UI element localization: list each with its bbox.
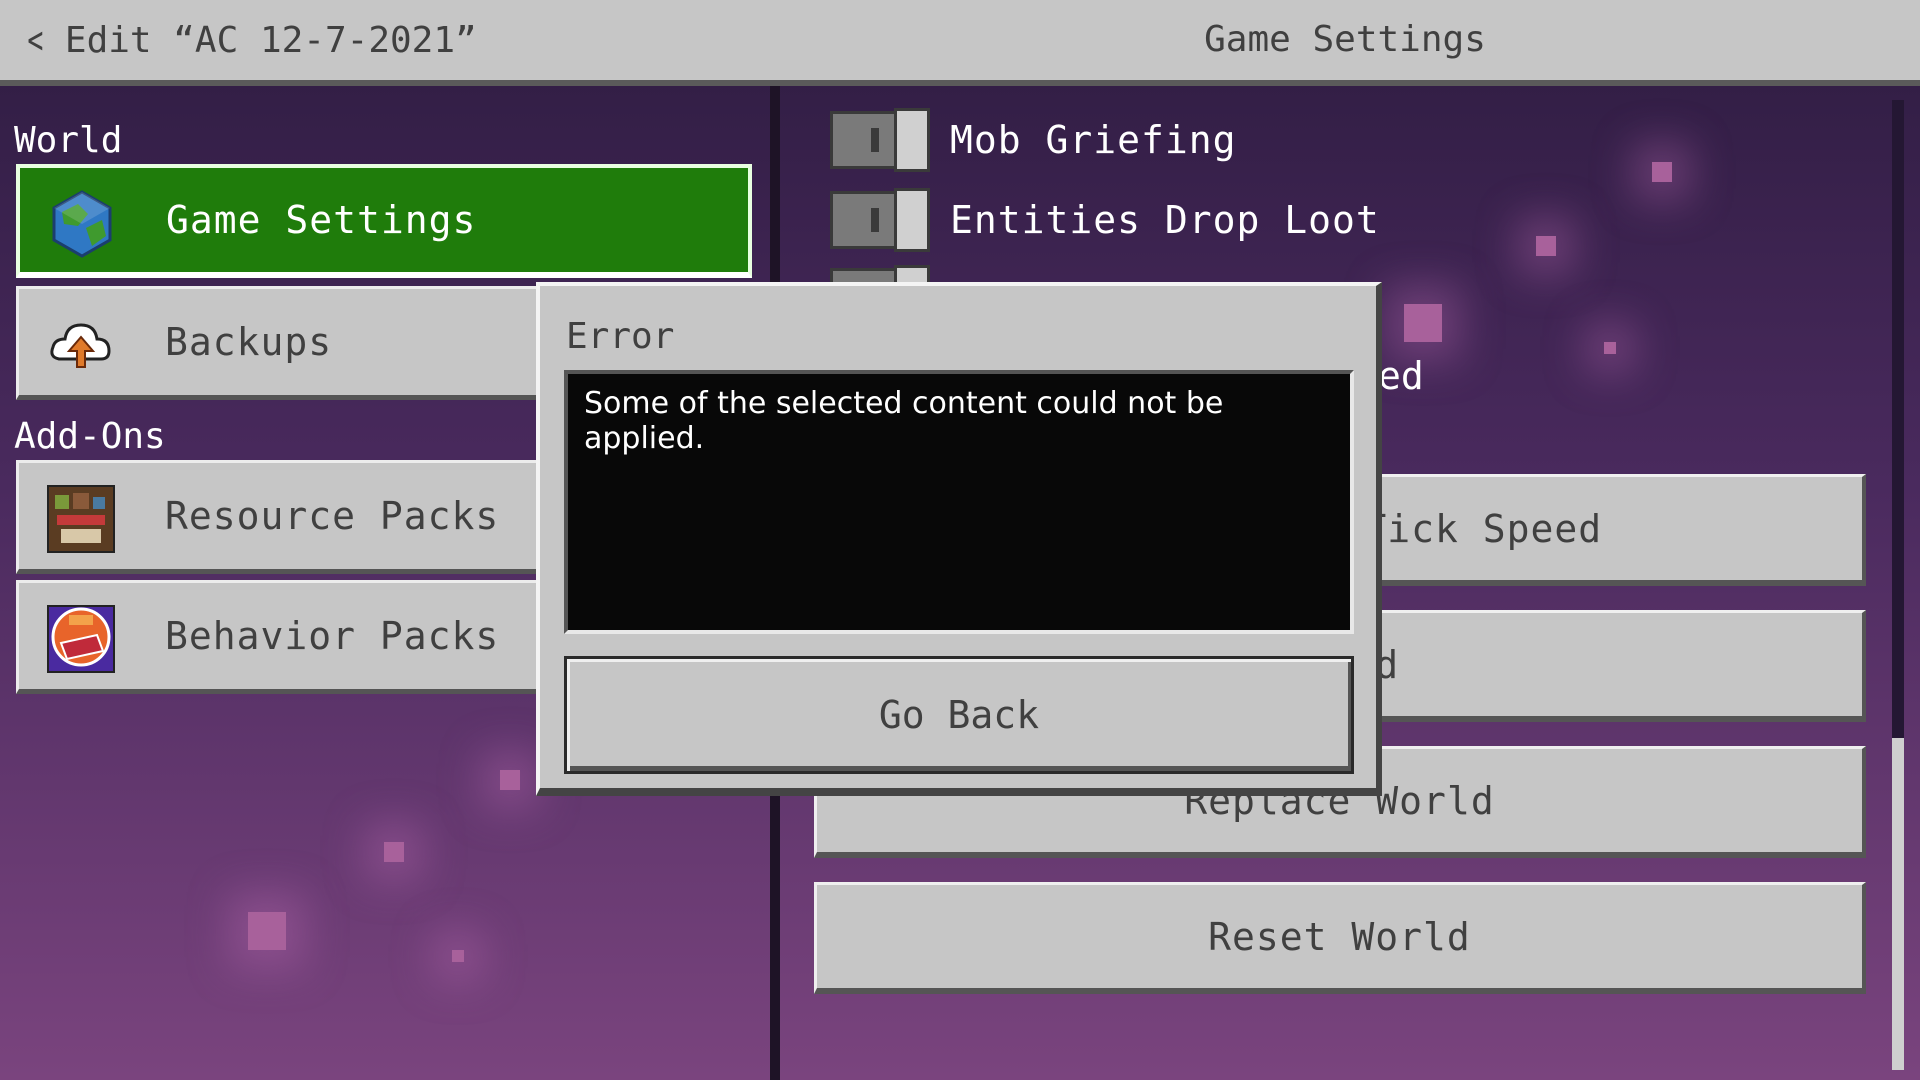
addons-heading: Add-Ons	[14, 416, 166, 457]
particle	[452, 950, 464, 962]
dialog-message: Some of the selected content could not b…	[584, 386, 1224, 456]
particle	[500, 770, 520, 790]
error-dialog: Error Some of the selected content could…	[536, 282, 1382, 796]
dialog-title: Error	[566, 316, 675, 357]
toggle-knob	[894, 188, 930, 252]
dialog-message-box: Some of the selected content could not b…	[564, 370, 1354, 634]
toggle-off-mark	[871, 128, 879, 152]
entities-drop-loot-toggle[interactable]	[830, 188, 930, 252]
back-button[interactable]: < Edit “AC 12-7-2021”	[24, 14, 477, 66]
particle	[384, 842, 404, 862]
mob-griefing-row: Mob Griefing	[830, 108, 1237, 172]
sidebar-item-label: Game Settings	[166, 198, 477, 242]
resource-pack-icon	[47, 485, 115, 553]
mob-griefing-label: Mob Griefing	[950, 118, 1237, 162]
world-heading: World	[14, 120, 123, 161]
cloud-upload-icon	[47, 311, 115, 379]
toggle-off-mark	[871, 208, 879, 232]
behavior-pack-icon	[47, 605, 115, 673]
back-label: Edit “AC 12-7-2021”	[64, 19, 477, 61]
scrollbar-thumb[interactable]	[1892, 738, 1904, 1070]
sidebar-item-label: Behavior Packs	[165, 614, 500, 658]
partial-setting-label: ed	[1378, 354, 1424, 398]
globe-icon	[48, 190, 116, 258]
toggle-knob	[894, 108, 930, 172]
entities-drop-loot-row: Entities Drop Loot	[830, 188, 1380, 252]
reset-world-button[interactable]: Reset World	[814, 882, 1866, 994]
sidebar-item-label: Backups	[165, 320, 333, 364]
page-title: Game Settings	[1204, 19, 1486, 60]
particle	[248, 912, 286, 950]
particle	[1652, 162, 1672, 182]
go-back-button[interactable]: Go Back	[564, 656, 1354, 774]
particle	[1404, 304, 1442, 342]
sidebar-item-game-settings[interactable]: Game Settings	[16, 164, 752, 278]
entities-drop-loot-label: Entities Drop Loot	[950, 198, 1380, 242]
title-bar: < Edit “AC 12-7-2021” Game Settings	[0, 0, 1920, 86]
particle	[1536, 236, 1556, 256]
particle	[1604, 342, 1616, 354]
chevron-left-icon: <	[27, 18, 44, 62]
mob-griefing-toggle[interactable]	[830, 108, 930, 172]
sidebar-item-label: Resource Packs	[165, 494, 500, 538]
